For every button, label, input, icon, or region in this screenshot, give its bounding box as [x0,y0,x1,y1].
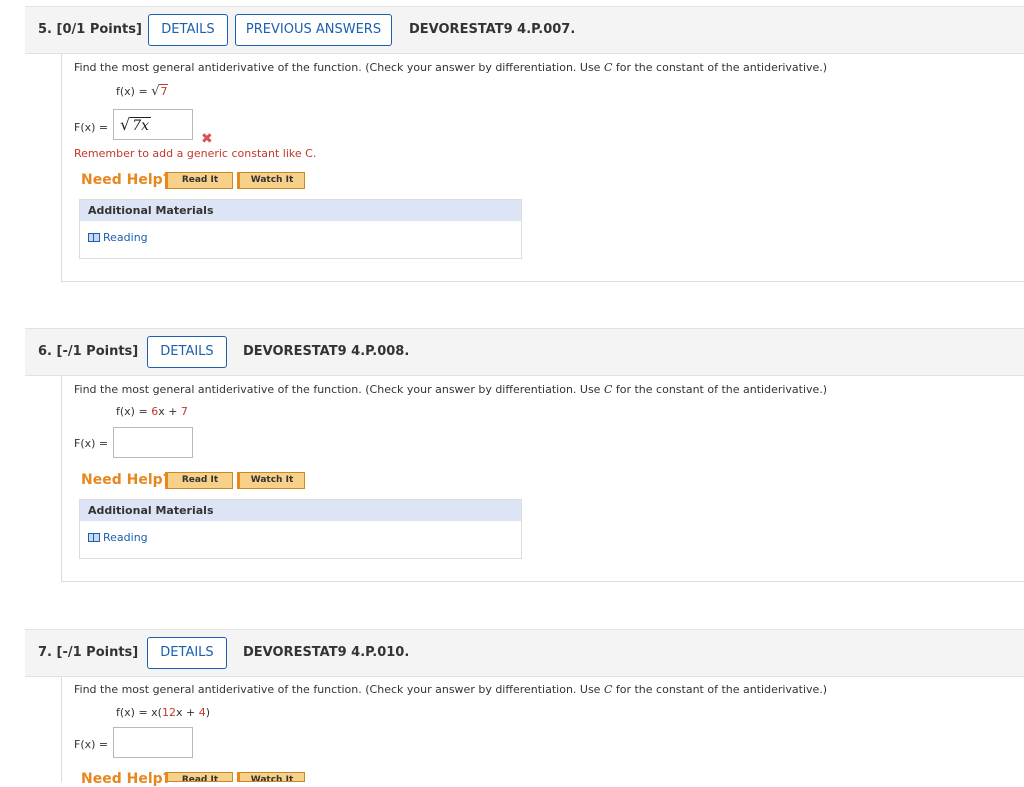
need-help-label: Need Help? [81,172,171,188]
question-prompt: Find the most general antiderivative of … [74,683,828,696]
read-it-button[interactable]: Read It [165,172,233,189]
x-mark-icon: ✖ [201,131,213,147]
question-code: DEVORESTAT9 4.P.008. [243,344,410,359]
additional-materials-panel: Additional Materials Reading [79,499,522,559]
read-it-button[interactable]: Read It [165,772,233,782]
answer-math: √ 7x [120,115,152,134]
question-code: DEVORESTAT9 4.P.010. [243,645,410,660]
details-button[interactable]: DETAILS [147,336,227,368]
question-number: 7. [-/1 Points] [38,645,139,660]
previous-answers-button[interactable]: PREVIOUS ANSWERS [235,14,392,46]
book-icon [88,533,100,542]
question-number: 6. [-/1 Points] [38,344,139,359]
antiderivative-label: F(x) = [74,738,109,751]
answer-input[interactable] [113,727,193,758]
reading-link[interactable]: Reading [88,531,148,544]
question-6-header: 6. [-/1 Points] DETAILS DEVORESTAT9 4.P.… [25,328,1024,376]
question-7-header: 7. [-/1 Points] DETAILS DEVORESTAT9 4.P.… [25,629,1024,677]
question-prompt: Find the most general antiderivative of … [74,383,828,396]
function-definition: f(x) = √7 [116,84,169,99]
question-code: DEVORESTAT9 4.P.007. [409,22,576,37]
question-5-header: 5. [0/1 Points] DETAILS PREVIOUS ANSWERS… [25,6,1024,54]
question-number: 5. [0/1 Points] [38,22,142,37]
details-button[interactable]: DETAILS [147,637,227,669]
additional-materials-title: Additional Materials [80,500,521,521]
function-definition: f(x) = 6x + 7 [116,405,188,418]
function-definition: f(x) = x(12x + 4) [116,706,211,719]
book-icon [88,233,100,242]
need-help-label: Need Help? [81,771,171,787]
watch-it-button[interactable]: Watch It [237,472,305,489]
feedback-message: Remember to add a generic constant like … [74,147,317,160]
reading-link[interactable]: Reading [88,231,148,244]
watch-it-button[interactable]: Watch It [237,772,305,782]
need-help-label: Need Help? [81,472,171,488]
question-prompt: Find the most general antiderivative of … [74,61,828,74]
antiderivative-label: F(x) = [74,437,109,450]
read-it-button[interactable]: Read It [165,472,233,489]
additional-materials-panel: Additional Materials Reading [79,199,522,259]
watch-it-button[interactable]: Watch It [237,172,305,189]
answer-input[interactable]: √ 7x [113,109,193,140]
additional-materials-title: Additional Materials [80,200,521,221]
answer-input[interactable] [113,427,193,458]
antiderivative-label: F(x) = [74,121,109,134]
details-button[interactable]: DETAILS [148,14,228,46]
